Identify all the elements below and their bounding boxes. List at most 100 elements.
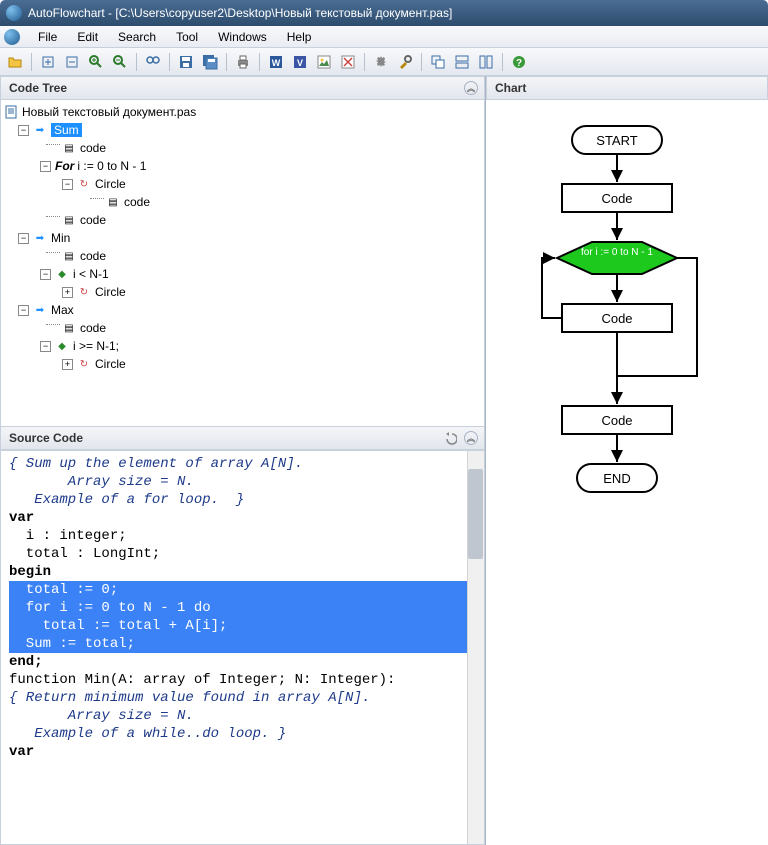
settings-icon[interactable] [370, 51, 392, 73]
collapse-icon[interactable] [61, 51, 83, 73]
title-bar: AutoFlowchart - [C:\Users\copyuser2\Desk… [0, 0, 768, 26]
src-line: var [9, 509, 484, 527]
tools-icon[interactable] [394, 51, 416, 73]
svg-text:Code: Code [601, 413, 632, 428]
code-icon: ▤ [62, 141, 76, 155]
menu-help[interactable]: Help [277, 28, 322, 46]
export-word-icon[interactable]: W [265, 51, 287, 73]
tree-circle[interactable]: Circle [95, 357, 126, 371]
zoom-out-icon[interactable] [109, 51, 131, 73]
arrow-right-icon: ➡ [33, 231, 47, 245]
condition-icon: ◆ [55, 267, 69, 281]
svg-text:START: START [596, 133, 637, 148]
code-tree[interactable]: Новый текстовый документ.pas −➡Sum ▤code… [0, 100, 485, 426]
print-icon[interactable] [232, 51, 254, 73]
src-line: Sum := total; [1, 635, 484, 653]
tree-code[interactable]: code [80, 321, 106, 335]
tree-collapse-icon[interactable]: − [40, 161, 51, 172]
tree-code[interactable]: code [124, 195, 150, 209]
tile-h-icon[interactable] [451, 51, 473, 73]
svg-text:Code: Code [601, 191, 632, 206]
app-icon [6, 5, 22, 21]
open-icon[interactable] [4, 51, 26, 73]
document-icon [4, 105, 18, 119]
undo-icon[interactable] [442, 430, 458, 446]
tree-collapse-icon[interactable]: − [62, 179, 73, 190]
collapse-up-icon[interactable]: ︽ [464, 81, 478, 95]
tree-code[interactable]: code [80, 141, 106, 155]
tree-sum[interactable]: Sum [51, 123, 82, 137]
condition-icon: ◆ [55, 339, 69, 353]
find-icon[interactable] [142, 51, 164, 73]
zoom-in-icon[interactable] [85, 51, 107, 73]
flowchart-svg: START Code for i := 0 to N - 1 Code [497, 108, 757, 538]
code-icon: ▤ [62, 321, 76, 335]
tree-circle[interactable]: Circle [95, 285, 126, 299]
tree-max[interactable]: Max [51, 303, 74, 317]
collapse-up-icon[interactable]: ︽ [464, 431, 478, 445]
export-visio-icon[interactable]: V [289, 51, 311, 73]
code-icon: ▤ [106, 195, 120, 209]
src-line: begin [9, 563, 484, 581]
loop-icon: ↻ [77, 177, 91, 191]
source-code-header: Source Code ︽ [0, 426, 485, 450]
code-tree-title: Code Tree [9, 81, 67, 95]
src-line: Example of a while..do loop. } [9, 725, 484, 743]
source-code-editor[interactable]: { Sum up the element of array A[N]. Arra… [0, 450, 485, 845]
src-line: end; [9, 653, 484, 671]
source-code-title: Source Code [9, 431, 83, 445]
tree-expand-icon[interactable]: + [62, 359, 73, 370]
menu-search[interactable]: Search [108, 28, 166, 46]
flowchart-canvas[interactable]: START Code for i := 0 to N - 1 Code [486, 108, 768, 538]
toolbar-separator [364, 53, 365, 71]
toolbar-separator [31, 53, 32, 71]
menu-file[interactable]: File [28, 28, 67, 46]
expand-icon[interactable] [37, 51, 59, 73]
src-line: total := total + A[i]; [1, 617, 484, 635]
code-icon: ▤ [62, 213, 76, 227]
cascade-icon[interactable] [427, 51, 449, 73]
tree-collapse-icon[interactable]: − [18, 125, 29, 136]
menu-windows[interactable]: Windows [208, 28, 277, 46]
svg-text:END: END [603, 471, 630, 486]
src-line: { Sum up the element of array A[N]. [9, 455, 484, 473]
tree-cond2[interactable]: i >= N-1; [73, 339, 119, 353]
menu-tool[interactable]: Tool [166, 28, 208, 46]
tree-collapse-icon[interactable]: − [18, 233, 29, 244]
chart-title: Chart [495, 81, 526, 95]
tree-for[interactable]: i := 0 to N - 1 [77, 159, 146, 173]
tree-collapse-icon[interactable]: − [18, 305, 29, 316]
src-line: total := 0; [1, 581, 484, 599]
src-line: total : LongInt; [9, 545, 484, 563]
export-svg-icon[interactable] [337, 51, 359, 73]
tree-min[interactable]: Min [51, 231, 70, 245]
scroll-thumb[interactable] [468, 469, 483, 559]
toolbar: W V ? [0, 48, 768, 76]
menu-edit[interactable]: Edit [67, 28, 108, 46]
tree-circle[interactable]: Circle [95, 177, 126, 191]
svg-text:Code: Code [601, 311, 632, 326]
tree-root[interactable]: Новый текстовый документ.pas [22, 105, 196, 119]
save-all-icon[interactable] [199, 51, 221, 73]
tree-code[interactable]: code [80, 213, 106, 227]
scrollbar-vertical[interactable] [467, 451, 484, 844]
loop-icon: ↻ [77, 285, 91, 299]
tree-collapse-icon[interactable]: − [40, 269, 51, 280]
toolbar-separator [259, 53, 260, 71]
svg-text:?: ? [516, 58, 522, 69]
tree-code[interactable]: code [80, 249, 106, 263]
arrow-right-icon: ➡ [33, 303, 47, 317]
export-image-icon[interactable] [313, 51, 335, 73]
tree-for-kw[interactable]: For [55, 159, 74, 173]
chart-header: Chart [486, 76, 768, 100]
svg-text:V: V [297, 58, 303, 68]
app-menu-icon [4, 29, 20, 45]
tree-expand-icon[interactable]: + [62, 287, 73, 298]
tile-v-icon[interactable] [475, 51, 497, 73]
menu-bar: File Edit Search Tool Windows Help [0, 26, 768, 48]
tree-cond[interactable]: i < N-1 [73, 267, 109, 281]
save-icon[interactable] [175, 51, 197, 73]
help-icon[interactable]: ? [508, 51, 530, 73]
tree-collapse-icon[interactable]: − [40, 341, 51, 352]
toolbar-separator [169, 53, 170, 71]
